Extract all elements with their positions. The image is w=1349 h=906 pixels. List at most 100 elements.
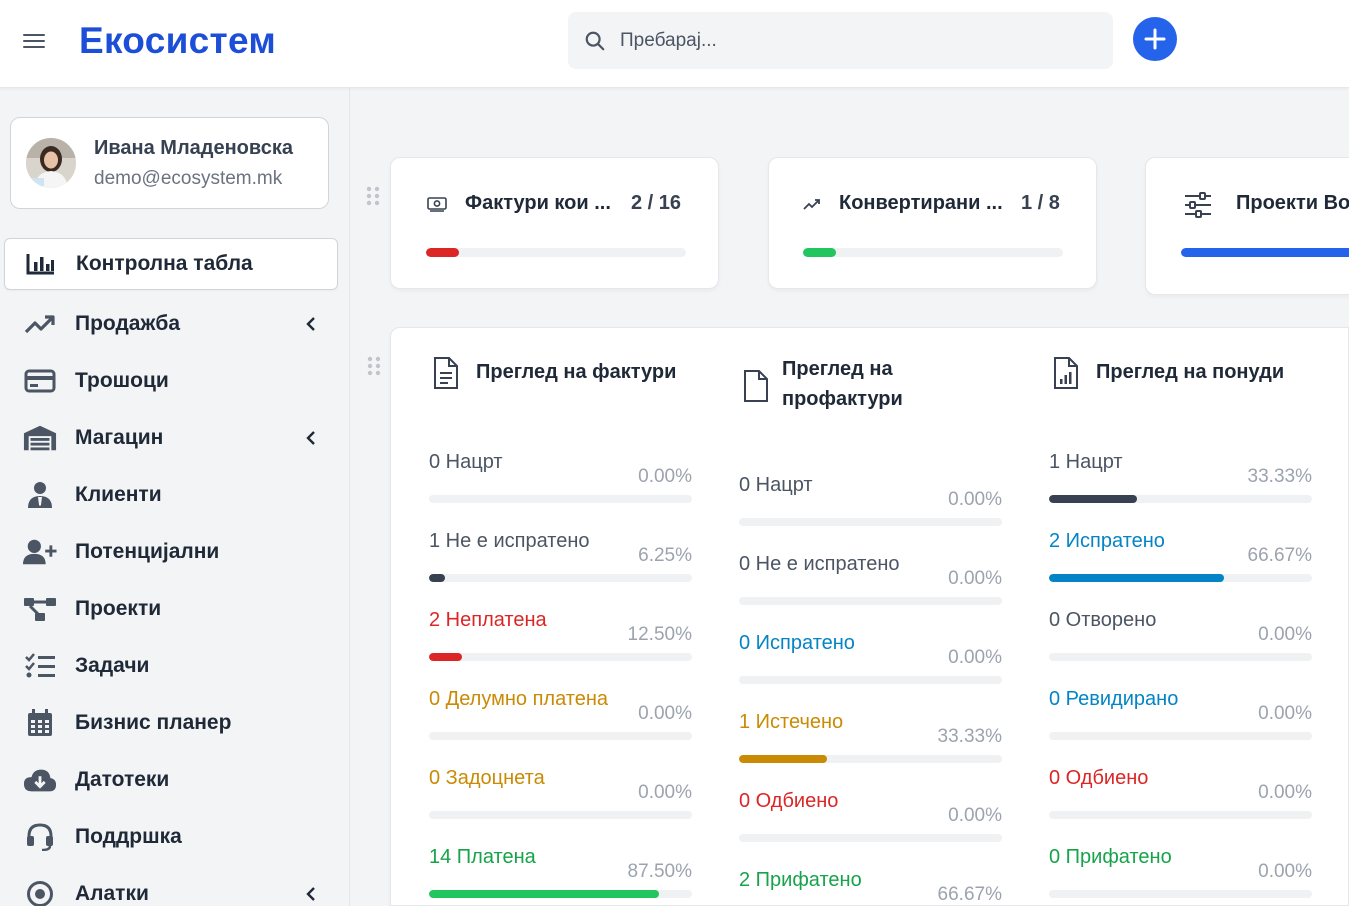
headset-icon — [23, 822, 57, 852]
status-percent: 0.00% — [638, 703, 692, 724]
sidebar-item-sales[interactable]: Продажба — [4, 295, 338, 352]
sidebar-item-label: Бизнис планер — [75, 710, 232, 734]
status-row[interactable]: 0 Нацрт 0.00% — [739, 474, 1002, 544]
quotes-overview: Преглед на понуди 1 Нацрт 33.33% 2 Испрате… — [1049, 328, 1312, 905]
status-row[interactable]: 2 Испратено 66.67% — [1049, 530, 1312, 600]
status-progress — [1049, 811, 1312, 819]
status-row[interactable]: 2 Прифатено 66.67% — [739, 869, 1002, 905]
task-list-icon — [23, 651, 57, 681]
search-input[interactable] — [620, 29, 1080, 52]
user-name: Ивана Младеновска — [94, 137, 293, 159]
sidebar-item-clients[interactable]: Клиенти — [4, 466, 338, 523]
status-percent: 6.25% — [638, 545, 692, 566]
sidebar-item-label: Продажба — [75, 311, 181, 335]
user-card[interactable]: Ивана Младеновска demo@ecosystem.mk — [10, 117, 329, 209]
column-header: Преглед на профактури — [739, 354, 1002, 414]
status-progress — [429, 732, 692, 740]
status-percent: 0.00% — [638, 466, 692, 487]
status-row[interactable]: 14 Платена 87.50% — [429, 846, 692, 905]
kpi-value: 1 / 8 — [1021, 192, 1060, 214]
status-row[interactable]: 0 Отворено 0.00% — [1049, 609, 1312, 679]
status-row[interactable]: 2 Неплатена 12.50% — [429, 609, 692, 679]
status-percent: 66.67% — [937, 884, 1002, 905]
kpi-progress — [803, 248, 1063, 257]
status-row[interactable]: 1 Не е испратено 6.25% — [429, 530, 692, 600]
warehouse-icon — [23, 423, 57, 453]
status-progress-fill — [739, 755, 827, 763]
kpi-value: 2 / 16 — [631, 192, 682, 214]
status-progress — [739, 834, 1002, 842]
status-row[interactable]: 0 Прифатено 0.00% — [1049, 846, 1312, 905]
kpi-card-projects[interactable]: Проекти Во — [1145, 157, 1349, 295]
status-progress — [429, 811, 692, 819]
status-label: 0 Нацрт — [429, 451, 503, 473]
status-label: 0 Не е испратено — [739, 553, 900, 575]
search-bar[interactable] — [568, 12, 1113, 69]
status-progress — [1049, 732, 1312, 740]
sidebar-item-projects[interactable]: Проекти — [4, 580, 338, 637]
top-header: Екосистем — [0, 0, 1349, 88]
status-progress — [739, 597, 1002, 605]
add-button[interactable] — [1133, 17, 1177, 61]
sidebar-item-label: Потенцијални — [75, 539, 220, 563]
brand-logo[interactable]: Екосистем — [79, 20, 276, 62]
status-percent: 12.50% — [627, 624, 692, 645]
avatar — [26, 138, 76, 188]
status-label: 0 Прифатено — [1049, 846, 1172, 868]
overview-panel: Преглед на фактури 0 Нацрт 0.00% 1 Не е ис… — [390, 327, 1349, 906]
status-row[interactable]: 0 Делумно платена 0.00% — [429, 688, 692, 758]
status-progress — [1049, 495, 1312, 503]
status-row[interactable]: 0 Испратено 0.00% — [739, 632, 1002, 702]
chevron-left-icon[interactable] — [302, 429, 320, 447]
sidebar-nav: Контролна табла Продажба Трошоци Магацин — [4, 238, 338, 906]
status-row[interactable]: 1 Нацрт 33.33% — [1049, 451, 1312, 521]
sidebar: Ивана Младеновска demo@ecosystem.mk Конт… — [0, 88, 350, 906]
status-progress — [739, 518, 1002, 526]
status-progress — [429, 890, 692, 898]
sidebar-item-label: Магацин — [75, 425, 164, 449]
sidebar-item-warehouse[interactable]: Магацин — [4, 409, 338, 466]
sidebar-item-expenses[interactable]: Трошоци — [4, 352, 338, 409]
status-label: 2 Прифатено — [739, 869, 862, 891]
sidebar-item-dashboard[interactable]: Контролна табла — [4, 238, 338, 290]
drag-handle-icon[interactable] — [365, 185, 381, 207]
file-icon — [744, 370, 768, 402]
status-percent: 0.00% — [1258, 782, 1312, 803]
status-label: 2 Неплатена — [429, 609, 547, 631]
sidebar-item-leads[interactable]: Потенцијални — [4, 523, 338, 580]
status-progress-fill — [429, 890, 660, 898]
status-row[interactable]: 0 Не е испратено 0.00% — [739, 553, 1002, 623]
trend-up-icon — [23, 309, 57, 339]
kpi-card-conversions[interactable]: Конвертирани ... 1 / 8 — [768, 157, 1097, 289]
sidebar-item-support[interactable]: Поддршка — [4, 808, 338, 865]
drag-handle-icon[interactable] — [366, 355, 382, 377]
column-title: Преглед на понуди — [1096, 361, 1285, 383]
sidebar-item-files[interactable]: Датотеки — [4, 751, 338, 808]
status-label: 0 Испратено — [739, 632, 855, 654]
chevron-left-icon[interactable] — [302, 315, 320, 333]
status-row[interactable]: 0 Ревидирано 0.00% — [1049, 688, 1312, 758]
status-row[interactable]: 0 Одбиено 0.00% — [739, 790, 1002, 860]
status-percent: 0.00% — [948, 489, 1002, 510]
status-progress — [429, 653, 692, 661]
menu-toggle-icon[interactable] — [23, 34, 45, 50]
status-progress — [429, 495, 692, 503]
status-progress — [1049, 574, 1312, 582]
calendar-icon — [23, 708, 57, 738]
sidebar-item-label: Задачи — [75, 653, 150, 677]
kpi-card-invoices[interactable]: Фактури кои ... 2 / 16 — [390, 157, 719, 289]
column-title: Преглед на фактури — [476, 361, 677, 383]
status-progress-fill — [429, 574, 446, 582]
status-row[interactable]: 0 Нацрт 0.00% — [429, 451, 692, 521]
chevron-left-icon[interactable] — [302, 885, 320, 903]
status-row[interactable]: 0 Задоцнета 0.00% — [429, 767, 692, 837]
status-row[interactable]: 1 Истечено 33.33% — [739, 711, 1002, 781]
sidebar-item-business-planner[interactable]: Бизнис планер — [4, 694, 338, 751]
status-row[interactable]: 0 Одбиено 0.00% — [1049, 767, 1312, 837]
sidebar-item-tasks[interactable]: Задачи — [4, 637, 338, 694]
user-tie-icon — [23, 480, 57, 510]
kpi-title: Проекти Во — [1236, 192, 1349, 214]
kpi-progress-fill — [1181, 248, 1349, 257]
sidebar-item-tools[interactable]: Алатки — [4, 865, 338, 906]
file-text-icon — [434, 357, 458, 389]
